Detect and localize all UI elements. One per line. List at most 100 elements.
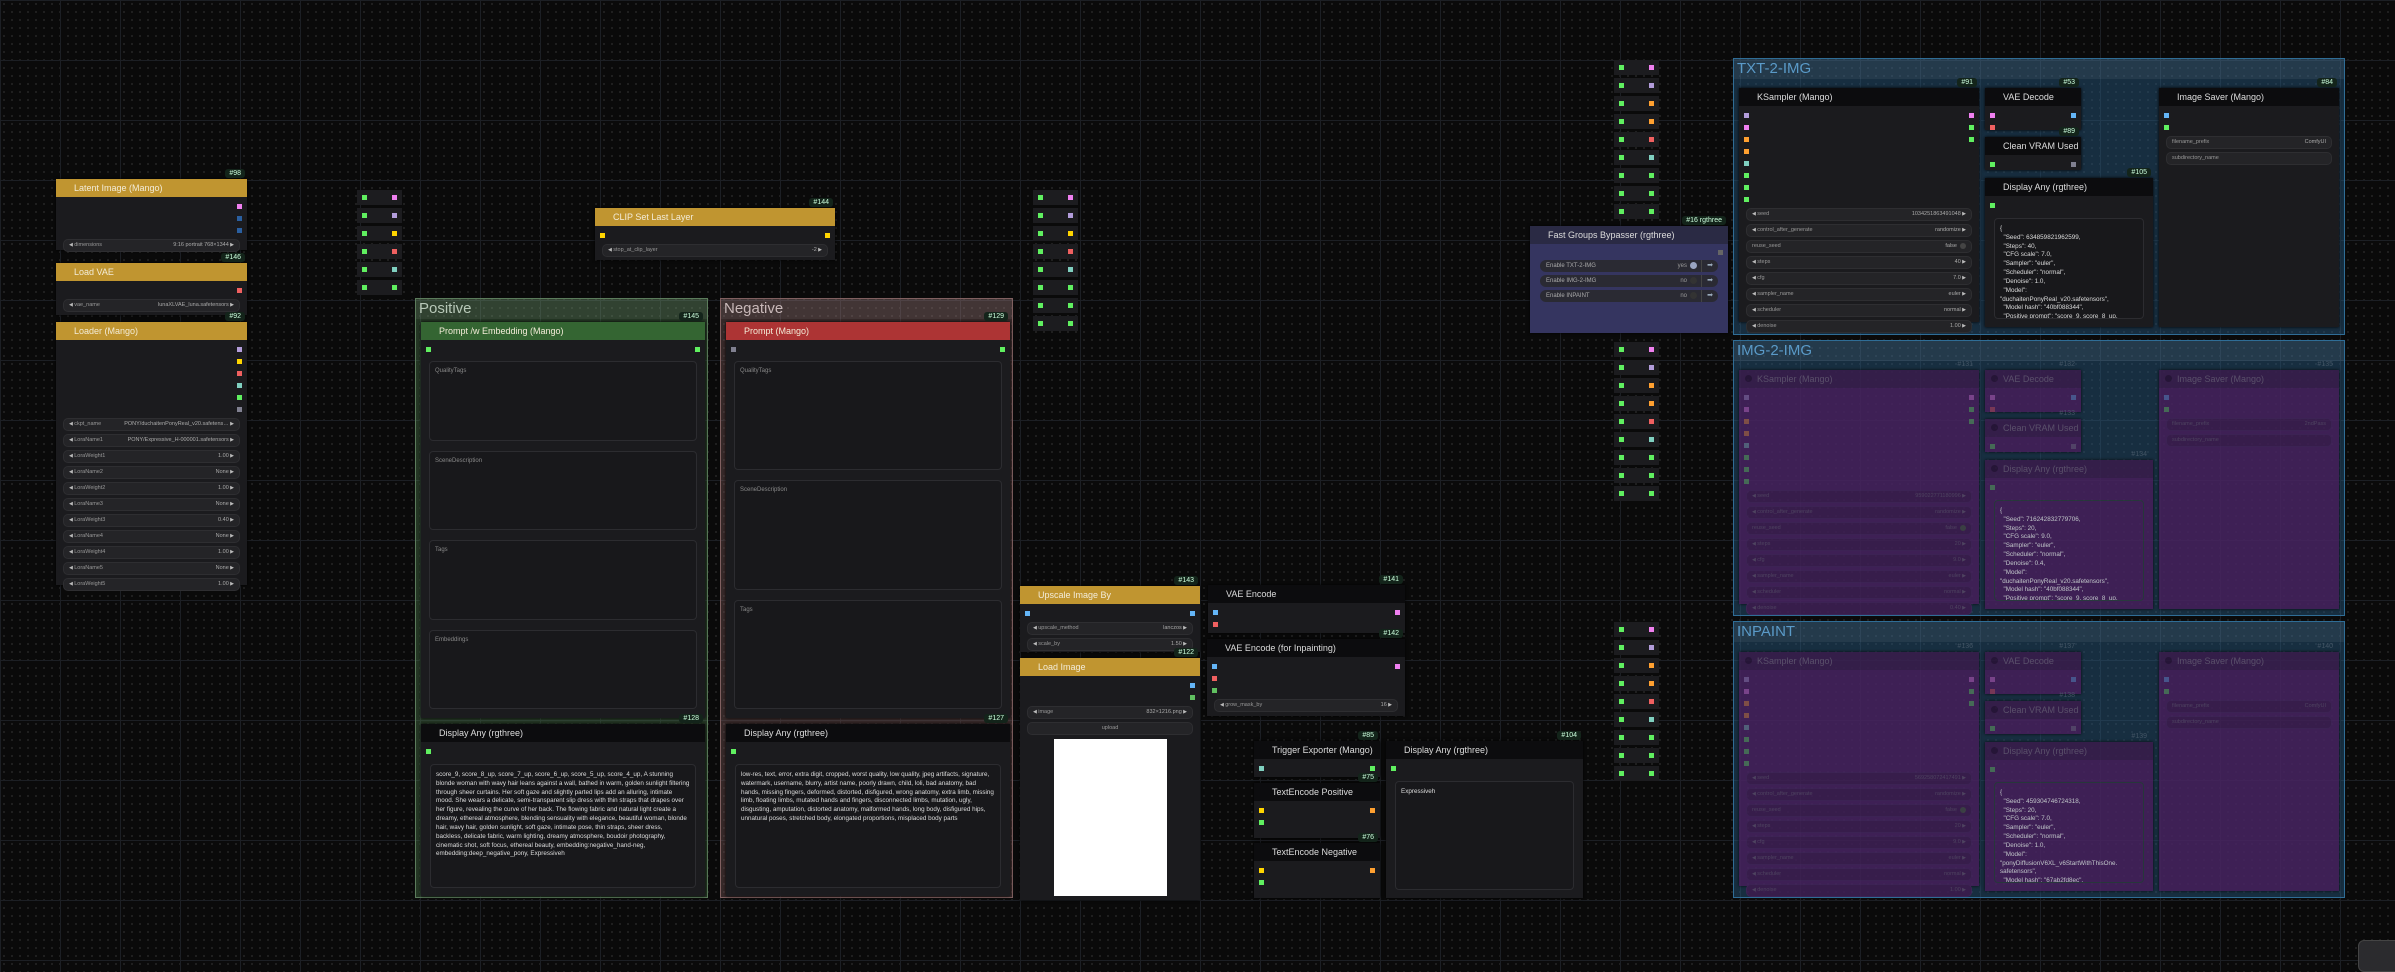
reroute-output-slot[interactable] [1649, 401, 1654, 406]
reroute-input-slot[interactable] [1038, 213, 1043, 218]
reroute-node[interactable] [1614, 378, 1659, 393]
reroute-node[interactable] [1033, 280, 1078, 295]
reroute-input-slot[interactable] [1619, 681, 1624, 686]
node-title[interactable]: KSampler (Mango) [1739, 652, 1979, 670]
output-slot[interactable] [237, 407, 242, 412]
input-slot[interactable] [1990, 726, 1995, 731]
reroute-node[interactable] [1614, 694, 1659, 709]
widget-steps[interactable]: ◀ steps 20 ▶ [1746, 819, 1972, 833]
arrow-right-icon[interactable]: ▶ [229, 579, 234, 590]
widget-subdirectory-name[interactable]: subdirectory_name [2166, 715, 2332, 729]
reroute-input-slot[interactable] [1038, 285, 1043, 290]
reroute-node[interactable] [357, 190, 402, 205]
widget-denoise[interactable]: ◀ denoise 1.00 ▶ [1746, 883, 1972, 897]
input-slot[interactable] [1990, 407, 1995, 412]
navigate-arrow-icon[interactable]: ➡ [1701, 289, 1718, 302]
group-title[interactable]: INPAINT [1734, 622, 2344, 642]
input-slot[interactable] [1744, 113, 1749, 118]
reroute-node[interactable] [1614, 150, 1659, 165]
widget-cfg[interactable]: ◀ cfg 9.0 ▶ [1746, 835, 1972, 849]
reroute-node[interactable] [1614, 730, 1659, 745]
reroute-node[interactable] [357, 226, 402, 241]
widget-LoraWeight4[interactable]: ◀ LoraWeight4 1.00 ▶ [63, 545, 240, 559]
reroute-node[interactable] [1614, 432, 1659, 447]
output-slot[interactable] [695, 347, 700, 352]
reroute-node[interactable] [1614, 132, 1659, 147]
textarea-embeddings[interactable]: Embeddings [429, 629, 697, 709]
reroute-input-slot[interactable] [362, 267, 367, 272]
input-slot[interactable] [1744, 185, 1749, 190]
widget-LoraName3[interactable]: ◀ LoraName3 None ▶ [63, 497, 240, 511]
textarea-qualitytags[interactable]: QualityTags [429, 361, 697, 441]
node-title[interactable]: Load VAE [56, 263, 247, 281]
output-slot[interactable] [1190, 695, 1195, 700]
reroute-output-slot[interactable] [392, 285, 397, 290]
reroute-output-slot[interactable] [1649, 365, 1654, 370]
node-prompt-pos[interactable]: #145 Prompt /w Embedding (Mango) QualityTa… [421, 312, 705, 718]
reroute-node[interactable] [1614, 712, 1659, 727]
output-slot[interactable] [237, 347, 242, 352]
reroute-output-slot[interactable] [1068, 249, 1073, 254]
widget-filename-prefix[interactable]: filename_prefix ComfyUI [2166, 135, 2332, 149]
node-vae-encode[interactable]: #141 VAE Encode [1208, 575, 1405, 633]
widget-LoraWeight5[interactable]: ◀ LoraWeight5 1.00 ▶ [63, 577, 240, 591]
widget-seed[interactable]: ◀ seed 1034251863491048 ▶ [1746, 207, 1972, 221]
arrow-right-icon[interactable]: ▶ [1182, 707, 1187, 718]
output-slot[interactable] [237, 383, 242, 388]
node-title[interactable]: Fast Groups Bypasser (rgthree) [1530, 226, 1728, 244]
node-t2i-vae-decode[interactable]: #53 VAE Decode [1985, 78, 2081, 130]
node-i2i-ksampler[interactable]: #131 KSampler (Mango) ◀ seed 95902277118099… [1739, 361, 1979, 615]
node-title[interactable]: KSampler (Mango) [1739, 370, 1979, 388]
reroute-input-slot[interactable] [1038, 231, 1043, 236]
input-slot[interactable] [1744, 677, 1749, 682]
reroute-input-slot[interactable] [1038, 195, 1043, 200]
input-slot[interactable] [1212, 676, 1217, 681]
reroute-node[interactable] [357, 208, 402, 223]
node-title[interactable]: Display Any (rgthree) [726, 724, 1010, 742]
output-slot[interactable] [237, 228, 242, 233]
widget-denoise[interactable]: ◀ denoise 0.40 ▶ [1746, 601, 1972, 615]
reroute-input-slot[interactable] [1619, 173, 1624, 178]
node-title[interactable]: Clean VRAM Used [1985, 701, 2081, 719]
widget-filename-prefix[interactable]: filename_prefix 2ndPass [2166, 417, 2332, 431]
widget-sampler-name[interactable]: ◀ sampler_name euler ▶ [1746, 287, 1972, 301]
reroute-input-slot[interactable] [1619, 473, 1624, 478]
output-slot[interactable] [1969, 125, 1974, 130]
input-slot[interactable] [1744, 395, 1749, 400]
widget-image[interactable]: ◀ image 832×1216.png ▶ [1027, 705, 1193, 719]
reroute-node[interactable] [1614, 186, 1659, 201]
output-slot[interactable] [1370, 766, 1375, 771]
reroute-node[interactable] [1033, 190, 1078, 205]
textarea-tags[interactable]: Tags [734, 599, 1002, 709]
collapse-dot-icon[interactable] [2165, 657, 2172, 664]
node-t2i-ksampler[interactable]: #91 KSampler (Mango) ◀ seed 103425186349104… [1739, 78, 1979, 333]
reroute-output-slot[interactable] [1649, 137, 1654, 142]
reroute-node[interactable] [1614, 640, 1659, 655]
widget-sampler-name[interactable]: ◀ sampler_name euler ▶ [1746, 851, 1972, 865]
reroute-output-slot[interactable] [1649, 699, 1654, 704]
reroute-input-slot[interactable] [1619, 101, 1624, 106]
widget-sampler-name[interactable]: ◀ sampler_name euler ▶ [1746, 569, 1972, 583]
reroute-input-slot[interactable] [1619, 191, 1624, 196]
toggle-knob-icon[interactable] [1960, 525, 1966, 531]
reroute-input-slot[interactable] [362, 285, 367, 290]
widget-LoraName4[interactable]: ◀ LoraName4 None ▶ [63, 529, 240, 543]
input-slot[interactable] [1744, 149, 1749, 154]
widget-LoraName1[interactable]: ◀ LoraName1 PONY/Expressive_H-000001.safe… [63, 433, 240, 447]
reroute-output-slot[interactable] [1649, 101, 1654, 106]
input-slot[interactable] [1213, 622, 1218, 627]
navigate-arrow-icon[interactable]: ➡ [1701, 259, 1718, 272]
widget-subdirectory-name[interactable]: subdirectory_name [2166, 433, 2332, 447]
arrow-right-icon[interactable]: ▶ [1961, 773, 1966, 784]
node-title[interactable]: Loader (Mango) [56, 322, 247, 340]
reroute-output-slot[interactable] [1649, 627, 1654, 632]
input-slot[interactable] [1990, 444, 1995, 449]
arrow-right-icon[interactable]: ▶ [229, 435, 234, 446]
input-slot[interactable] [1212, 688, 1217, 693]
reroute-input-slot[interactable] [1619, 401, 1624, 406]
reroute-node[interactable] [1614, 658, 1659, 673]
input-slot[interactable] [1259, 808, 1264, 813]
reroute-output-slot[interactable] [1068, 321, 1073, 326]
reroute-output-slot[interactable] [1068, 267, 1073, 272]
node-t2i-image-saver[interactable]: #84 Image Saver (Mango) filename_prefix Com… [2159, 78, 2339, 327]
